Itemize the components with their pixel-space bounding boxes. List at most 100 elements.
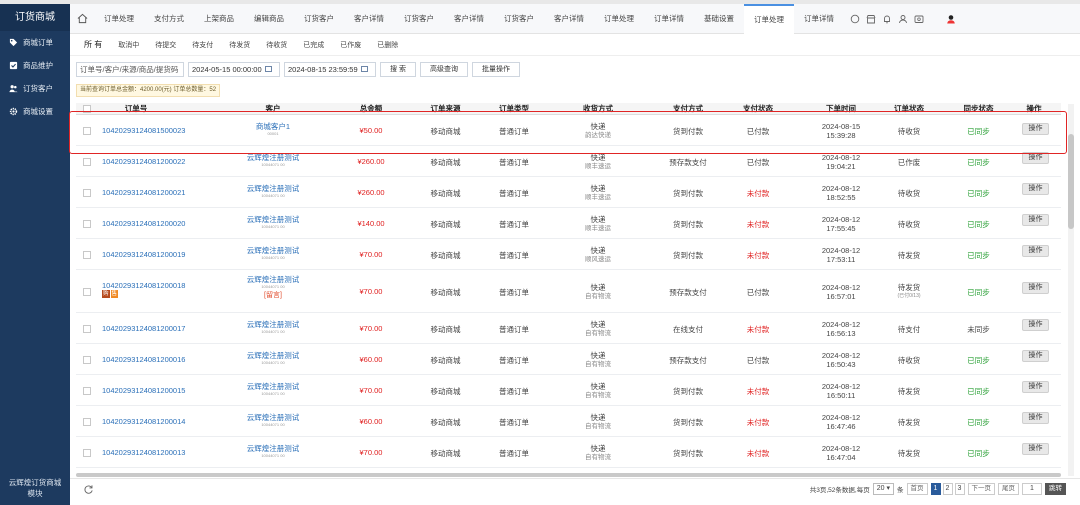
row-checkbox[interactable] xyxy=(83,188,91,197)
table-row[interactable]: 10420293124081200013 云辉煌注册测试 10044071 00 ¥7… xyxy=(76,437,1061,468)
row-checkbox[interactable] xyxy=(83,448,91,457)
tab-0[interactable]: 订单处理 xyxy=(94,4,144,34)
table-row[interactable]: 10420293124081200016 云辉煌注册测试 10044071 00 ¥6… xyxy=(76,344,1061,375)
customer-link[interactable]: 云辉煌注册测试 10044071 00 xyxy=(228,246,318,260)
table-row[interactable]: 10420293124081200020 云辉煌注册测试 10044071 00 ¥1… xyxy=(76,208,1061,239)
operation-button[interactable]: 操作 xyxy=(1022,380,1049,393)
table-row[interactable]: 10420293124081200015 云辉煌注册测试 10044071 00 ¥7… xyxy=(76,375,1061,406)
sidebar-item-0[interactable]: 商城订单 xyxy=(0,31,70,54)
first-page-button[interactable]: 首页 xyxy=(906,483,928,495)
row-checkbox[interactable] xyxy=(83,219,91,228)
order-number-link[interactable]: 10420293124081200022 xyxy=(102,157,185,166)
page-number-3[interactable]: 3 xyxy=(954,483,965,495)
customer-link[interactable]: 云辉煌注册测试 10044071 00 xyxy=(228,382,318,396)
customer-link[interactable]: 云辉煌注册测试 10044071 00 xyxy=(228,413,318,427)
tab-8[interactable]: 订货客户 xyxy=(494,4,544,34)
status-tab-4[interactable]: 待发货 xyxy=(229,40,250,50)
mail-icon[interactable] xyxy=(914,14,924,24)
row-checkbox[interactable] xyxy=(83,287,91,296)
table-row[interactable]: 10420293124081200019 云辉煌注册测试 10044071 00 ¥7… xyxy=(76,239,1061,270)
search-input[interactable]: 订单号/客户/来源/商品/提货码 xyxy=(76,61,184,77)
status-tab-8[interactable]: 已删除 xyxy=(377,40,398,50)
tab-5[interactable]: 客户详情 xyxy=(344,4,394,34)
customer-link[interactable]: 云辉煌注册测试 10044071 00 xyxy=(228,320,318,334)
vertical-scrollbar[interactable] xyxy=(1068,104,1074,476)
tab-1[interactable]: 支付方式 xyxy=(144,4,194,34)
tab-6[interactable]: 订货客户 xyxy=(394,4,444,34)
page-jump-input[interactable]: 1 xyxy=(1022,483,1042,495)
status-tab-5[interactable]: 待收货 xyxy=(266,40,287,50)
date-from-field[interactable]: 2024-05-15 00:00:00 xyxy=(188,61,280,77)
avatar-icon[interactable] xyxy=(946,14,956,24)
table-row[interactable]: 10420293124081200014 云辉煌注册测试 10044071 00 ¥6… xyxy=(76,406,1061,437)
tab-12[interactable]: 基础设置 xyxy=(694,4,744,34)
operation-button[interactable]: 操作 xyxy=(1022,442,1049,455)
scroll-thumb[interactable] xyxy=(1068,134,1074,229)
tab-7[interactable]: 客户详情 xyxy=(444,4,494,34)
user-icon[interactable] xyxy=(898,14,908,24)
sidebar-item-3[interactable]: 商城设置 xyxy=(0,100,70,123)
table-row[interactable]: 10420293124081200018 购售云辉煌注册测试 10044071 00… xyxy=(76,270,1061,313)
batch-operation-button[interactable]: 批量操作 xyxy=(471,61,520,77)
order-number-link[interactable]: 10420293124081200015 xyxy=(102,386,185,395)
page-number-1[interactable]: 1 xyxy=(930,483,941,495)
row-checkbox[interactable] xyxy=(83,355,91,364)
store-icon[interactable] xyxy=(866,14,876,24)
page-number-2[interactable]: 2 xyxy=(942,483,953,495)
page-size-select[interactable]: 20 ▾ xyxy=(872,483,894,495)
operation-button[interactable]: 操作 xyxy=(1022,349,1049,362)
order-number-link[interactable]: 10420293124081200019 xyxy=(102,250,185,259)
status-tab-7[interactable]: 已作废 xyxy=(340,40,361,50)
row-checkbox[interactable] xyxy=(83,157,91,166)
home-icon[interactable] xyxy=(70,4,94,34)
tab-11[interactable]: 订单详情 xyxy=(644,4,694,34)
operation-button[interactable]: 操作 xyxy=(1022,281,1049,294)
customer-link[interactable]: 云辉煌注册测试 10044071 00 xyxy=(228,184,318,198)
order-number-link[interactable]: 10420293124081200013 xyxy=(102,448,185,457)
refresh-icon[interactable] xyxy=(76,479,100,501)
operation-button[interactable]: 操作 xyxy=(1022,213,1049,226)
order-number-link[interactable]: 10420293124081200014 xyxy=(102,417,185,426)
refresh-ring-icon[interactable] xyxy=(850,14,860,24)
operation-button[interactable]: 操作 xyxy=(1022,411,1049,424)
tab-9[interactable]: 客户详情 xyxy=(544,4,594,34)
customer-link[interactable]: 云辉煌注册测试 10044071 00 xyxy=(228,153,318,167)
tab-14[interactable]: 订单详情 xyxy=(794,4,844,34)
bell-icon[interactable] xyxy=(882,14,892,24)
search-button[interactable]: 搜 索 xyxy=(380,61,416,77)
message-link[interactable]: [留言] xyxy=(228,291,318,300)
status-tab-6[interactable]: 已完成 xyxy=(303,40,324,50)
status-tab-0[interactable]: 所 有 xyxy=(84,39,102,50)
operation-button[interactable]: 操作 xyxy=(1022,244,1049,257)
page-jump-button[interactable]: 跳转 xyxy=(1045,483,1066,495)
tab-10[interactable]: 订单处理 xyxy=(594,4,644,34)
next-page-button[interactable]: 下一页 xyxy=(967,483,995,495)
status-tab-3[interactable]: 待支付 xyxy=(192,40,213,50)
horizontal-scrollbar[interactable] xyxy=(76,473,1061,477)
advanced-search-button[interactable]: 高级查询 xyxy=(419,61,468,77)
row-checkbox[interactable] xyxy=(83,250,91,259)
tab-2[interactable]: 上架商品 xyxy=(194,4,244,34)
row-checkbox[interactable] xyxy=(83,386,91,395)
customer-link[interactable]: 云辉煌注册测试 10044071 00 xyxy=(228,215,318,229)
row-checkbox[interactable] xyxy=(83,417,91,426)
sidebar-item-1[interactable]: 商品维护 xyxy=(0,54,70,77)
tab-4[interactable]: 订货客户 xyxy=(294,4,344,34)
order-number-link[interactable]: 10420293124081200021 xyxy=(102,188,185,197)
tab-13[interactable]: 订单处理 xyxy=(744,3,794,34)
table-row[interactable]: 10420293124081200021 云辉煌注册测试 10044071 00 ¥2… xyxy=(76,177,1061,208)
sidebar-item-2[interactable]: 订货客户 xyxy=(0,77,70,100)
last-page-button[interactable]: 尾页 xyxy=(998,483,1019,495)
date-to-field[interactable]: 2024-08-15 23:59:59 xyxy=(284,61,376,77)
customer-link[interactable]: 云辉煌注册测试 10044071 00 xyxy=(228,444,318,458)
status-tab-2[interactable]: 待提交 xyxy=(155,40,176,50)
order-number-link[interactable]: 10420293124081200020 xyxy=(102,219,185,228)
tab-3[interactable]: 编辑商品 xyxy=(244,4,294,34)
order-number-link[interactable]: 10420293124081200018 购售 xyxy=(102,281,185,299)
status-tab-1[interactable]: 取消中 xyxy=(118,40,139,50)
operation-button[interactable]: 操作 xyxy=(1022,318,1049,331)
table-row[interactable]: 10420293124081200017 云辉煌注册测试 10044071 00 ¥7… xyxy=(76,313,1061,344)
customer-link[interactable]: 云辉煌注册测试 10044071 00 xyxy=(228,351,318,365)
table-row[interactable]: 10420293124081200012云辉煌注册测试10044071 00¥7… xyxy=(76,468,1061,472)
operation-button[interactable]: 操作 xyxy=(1022,182,1049,195)
